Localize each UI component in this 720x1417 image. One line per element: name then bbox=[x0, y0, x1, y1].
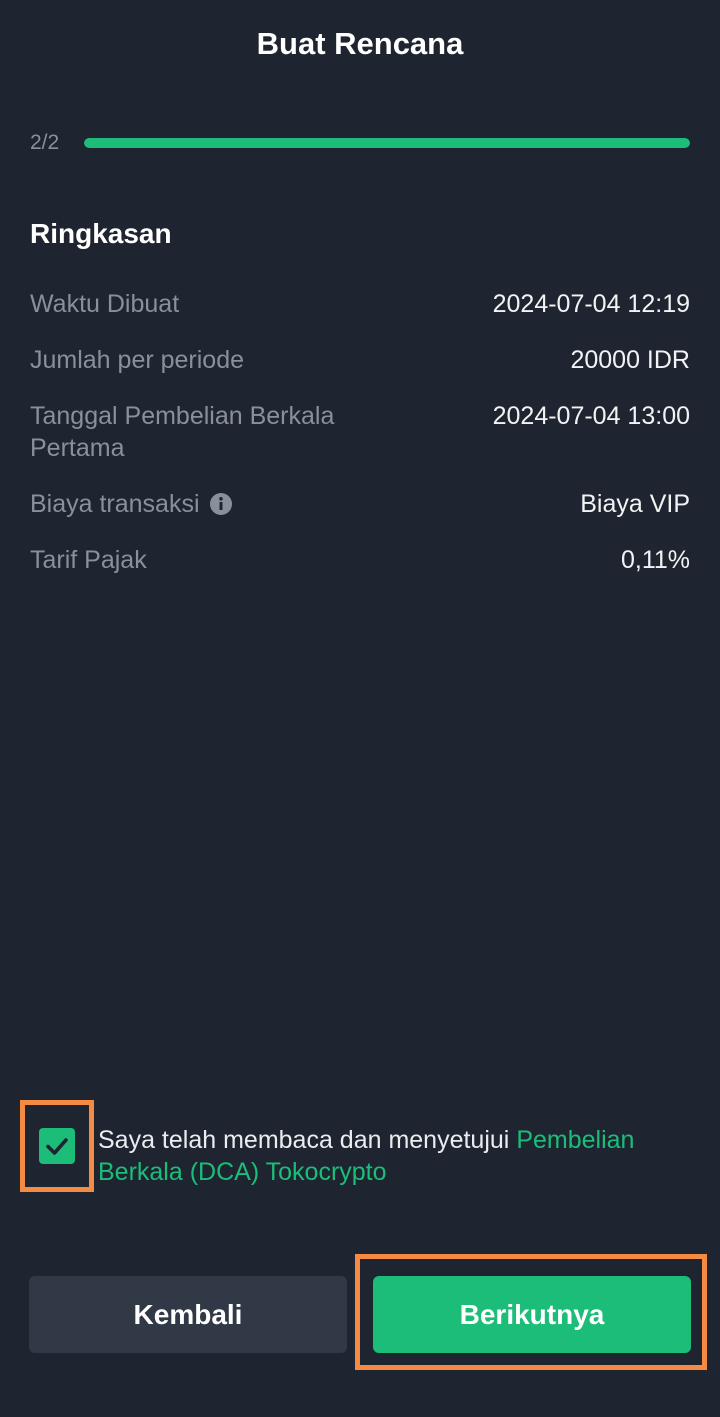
created-time-label: Waktu Dibuat bbox=[30, 290, 180, 318]
progress-row: 2/2 bbox=[30, 124, 690, 162]
info-icon[interactable] bbox=[209, 493, 232, 515]
summary-row-transaction-fee: Biaya transaksi Biaya VIP bbox=[30, 488, 690, 520]
created-time-value: 2024-07-04 12:19 bbox=[492, 290, 690, 318]
amount-per-period-value: 20000 IDR bbox=[570, 346, 690, 374]
summary-row-tax-rate: Tarif Pajak 0,11% bbox=[30, 544, 690, 576]
transaction-fee-value: Biaya VIP bbox=[580, 490, 690, 518]
progress-bar bbox=[84, 138, 690, 148]
page-title: Buat Rencana bbox=[256, 26, 464, 61]
amount-per-period-label: Jumlah per periode bbox=[30, 346, 245, 374]
next-button[interactable]: Berikutnya bbox=[373, 1276, 691, 1353]
tax-rate-label: Tarif Pajak bbox=[30, 546, 147, 574]
header: Buat Rencana bbox=[0, 0, 720, 88]
progress-bar-fill bbox=[84, 138, 690, 148]
agreement-row: Saya telah membaca dan menyetujui Pembel… bbox=[20, 1100, 700, 1192]
transaction-fee-label-wrap: Biaya transaksi bbox=[30, 488, 232, 520]
summary-list: Waktu Dibuat 2024-07-04 12:19 Jumlah per… bbox=[30, 288, 690, 600]
first-purchase-date-value: 2024-07-04 13:00 bbox=[492, 402, 690, 430]
summary-row-created-time: Waktu Dibuat 2024-07-04 12:19 bbox=[30, 288, 690, 320]
transaction-fee-label: Biaya transaksi bbox=[30, 490, 200, 518]
summary-row-first-purchase-date: Tanggal Pembelian Berkala Pertama 2024-0… bbox=[30, 400, 690, 464]
agreement-text: Saya telah membaca dan menyetujui Pembel… bbox=[98, 1124, 700, 1188]
checkbox-highlight bbox=[20, 1100, 94, 1192]
tax-rate-value: 0,11% bbox=[620, 546, 690, 574]
summary-title: Ringkasan bbox=[30, 218, 172, 249]
first-purchase-date-label: Tanggal Pembelian Berkala Pertama bbox=[30, 402, 335, 462]
agreement-label: Saya telah membaca dan menyetujui bbox=[98, 1126, 517, 1154]
agreement-checkbox[interactable] bbox=[39, 1128, 75, 1164]
checkmark-icon bbox=[46, 1138, 68, 1155]
summary-row-amount-per-period: Jumlah per periode 20000 IDR bbox=[30, 344, 690, 376]
action-bar: Kembali Berikutnya bbox=[0, 1254, 720, 1374]
step-indicator: 2/2 bbox=[30, 131, 60, 154]
back-button[interactable]: Kembali bbox=[29, 1276, 347, 1353]
